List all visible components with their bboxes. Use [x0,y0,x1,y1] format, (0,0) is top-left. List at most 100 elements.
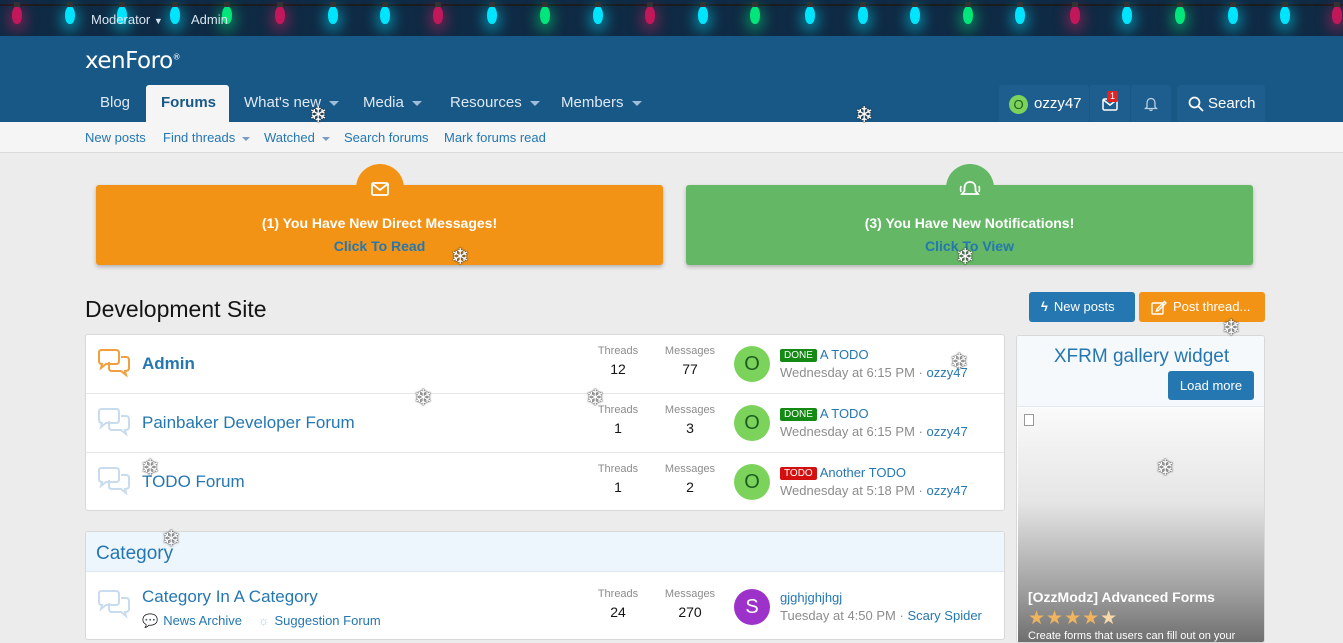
notice-direct-messages: (1) You Have New Direct Messages! Click … [96,164,663,265]
widget-header: XFRM gallery widget Load more [1017,336,1264,407]
gallery-item[interactable]: [OzzModz] Advanced Forms ★★★★★ Create fo… [1018,408,1264,642]
subnav-mark-forums-read[interactable]: Mark forums read [444,130,546,145]
chat-icon: 💬 [142,613,159,628]
last-post-time[interactable]: Wednesday at 6:15 PM [780,424,915,439]
last-post-user[interactable]: ozzy47 [927,424,968,439]
last-thread-link[interactable]: A TODO [820,406,869,421]
forum-title[interactable]: Painbaker Developer Forum [142,413,355,433]
light-bulb [593,2,603,24]
click-to-read-link[interactable]: Click To Read [96,238,663,254]
envelope-icon [355,164,404,212]
nav-tab-members[interactable]: Members [546,85,657,122]
avatar[interactable]: O [734,405,770,441]
sub-nav: New posts Find threads Watched Search fo… [0,122,1343,153]
new-posts-button[interactable]: ϟ New posts [1029,292,1135,322]
caret-down-icon[interactable] [321,136,330,141]
last-thread-link[interactable]: gjghjghjhgj [780,590,842,605]
post-thread-button[interactable]: Post thread... [1139,292,1265,322]
admin-link[interactable]: Admin [191,12,228,27]
last-post-user[interactable]: Scary Spider [907,608,981,623]
caret-down-icon[interactable] [329,100,340,106]
light-bulb [540,2,550,24]
prefix-label[interactable]: DONE [780,349,817,362]
nav-tab-blog[interactable]: Blog [85,85,145,122]
last-post-time[interactable]: Tuesday at 4:50 PM [780,608,896,623]
gallery-widget: XFRM gallery widget Load more [OzzModz] … [1016,335,1265,643]
prefix-label[interactable]: DONE [780,408,817,421]
last-post-user[interactable]: ozzy47 [927,483,968,498]
snowflake-icon: ❄ [950,349,969,374]
forum-title[interactable]: Category In A Category [142,587,318,607]
avatar[interactable]: S [734,589,770,625]
prefix-label[interactable]: TODO [780,467,817,480]
bell-icon [1143,97,1159,111]
snowflake-icon: ❄ [586,385,605,410]
forum-node: TODO Forum Threads 1 Messages 2 O TODO Anot… [86,453,1004,512]
forum-node: Admin Threads 12 Messages 77 O DONE A TODO … [86,335,1004,394]
snowflake-icon: ❄ [855,102,874,127]
subforum-news-archive[interactable]: 💬 News Archive [142,613,242,628]
load-more-button[interactable]: Load more [1168,371,1254,400]
light-bulb [1175,2,1185,24]
moderator-menu[interactable]: Moderator ▼ [91,12,163,27]
avatar[interactable]: O [734,464,770,500]
nav-tab-resources[interactable]: Resources [435,85,555,122]
light-bulb [698,2,708,24]
alerts-button[interactable] [1131,85,1171,122]
caret-down-icon[interactable] [529,100,540,106]
search-label: Search [1208,95,1256,112]
snowflake-icon: ❄ [1222,315,1241,340]
last-post-time[interactable]: Wednesday at 5:18 PM [780,483,915,498]
search-icon [1188,96,1204,112]
snowflake-icon: ❄ [141,455,160,480]
bell-icon [945,164,994,212]
search-button[interactable]: Search [1177,85,1265,122]
light-bulb [645,2,655,24]
nav-tab-forums[interactable]: Forums [146,85,229,122]
messages-stat: Messages 270 [664,588,716,620]
notice-message: (1) You Have New Direct Messages! [261,215,498,231]
account-button[interactable]: Oozzy47 [999,85,1089,122]
last-post: DONE A TODO Wednesday at 6:15 PM · ozzy47 [780,406,968,439]
light-bulb [805,2,815,24]
lights-wire [0,4,1343,12]
snowflake-icon: ❄ [1156,455,1175,480]
gallery-item-title[interactable]: [OzzModz] Advanced Forms [1028,589,1215,605]
snowflake-icon: ❄ [451,244,470,269]
light-bulb [1332,2,1342,24]
subnav-new-posts[interactable]: New posts [85,130,146,145]
last-thread-link[interactable]: A TODO [820,347,869,362]
caret-down-icon[interactable] [631,100,642,106]
category-icon [98,590,130,619]
last-post: DONE A TODO Wednesday at 6:15 PM · ozzy47 [780,347,968,380]
site-logo[interactable]: xenForo® [85,48,181,74]
light-bulb [433,2,443,24]
widget-title[interactable]: XFRM gallery widget [1017,346,1264,368]
lightbulb-icon: ☼ [257,613,270,628]
last-post-time[interactable]: Wednesday at 6:15 PM [780,365,915,380]
rating-stars: ★★★★★ [1028,608,1119,629]
light-bulb [750,2,760,24]
subnav-watched[interactable]: Watched [264,130,330,145]
forum-title[interactable]: Admin [142,354,195,374]
subforum-suggestion-forum[interactable]: ☼ Suggestion Forum [258,613,381,628]
forum-read-icon [98,408,130,437]
last-thread-link[interactable]: Another TODO [820,465,906,480]
light-bulb [487,2,497,24]
forum-list: Admin Threads 12 Messages 77 O DONE A TODO … [85,334,1005,511]
subnav-find-threads[interactable]: Find threads [163,130,251,145]
subnav-search-forums[interactable]: Search forums [344,130,429,145]
light-bulb [1280,2,1290,24]
forum-node: Category In A Category 💬 News Archive ☼ Su… [86,572,1004,640]
light-bulb [963,2,973,24]
caret-down-icon[interactable] [242,136,251,141]
light-bulb [1015,2,1025,24]
caret-down-icon: ▼ [153,16,163,26]
nav-tab-whats-new[interactable]: What's new [229,85,354,122]
avatar[interactable]: O [734,346,770,382]
category-header: Category [86,532,1004,572]
nav-tab-media[interactable]: Media [348,85,437,122]
conversations-button[interactable]: 1 [1090,85,1130,122]
snowflake-icon: ❄ [414,385,433,410]
caret-down-icon[interactable] [411,100,422,106]
